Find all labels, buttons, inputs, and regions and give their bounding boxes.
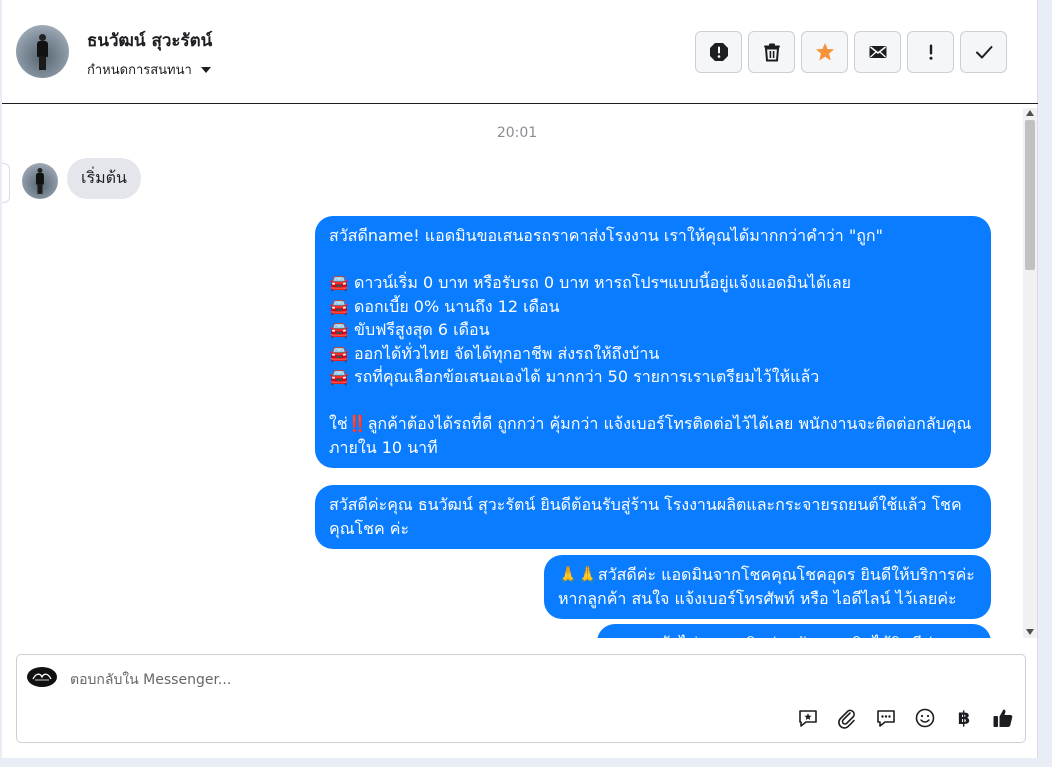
attachment-icon: [838, 709, 855, 729]
avatar[interactable]: [16, 25, 69, 78]
composer-tools: ฿: [796, 706, 1015, 730]
reply-input[interactable]: [70, 665, 970, 695]
conversation-panel: ธนวัฒน์ สุวะรัตน์ กำหนดการสนทนา 20:01 เร…: [2, 0, 1038, 758]
delete-button[interactable]: [748, 31, 795, 73]
like-icon: [993, 709, 1013, 727]
sender-avatar[interactable]: [22, 163, 58, 199]
mail-icon: [869, 46, 886, 58]
like-button[interactable]: [991, 706, 1015, 730]
conversation-header: ธนวัฒน์ สุวะรัตน์ กำหนดการสนทนา: [2, 0, 1038, 104]
avatar-figure: [37, 34, 48, 70]
conversation-settings-dropdown[interactable]: กำหนดการสนทนา: [87, 59, 211, 80]
scroll-up-arrow-icon[interactable]: [1026, 110, 1034, 116]
incoming-message[interactable]: เริ่มต้น: [67, 158, 141, 199]
message-timestamp: 20:01: [496, 125, 538, 141]
collapse-tab[interactable]: [2, 163, 10, 203]
star-icon: [815, 43, 834, 61]
payment-button[interactable]: ฿: [952, 706, 976, 730]
checkmark-icon: [975, 46, 992, 59]
mark-unread-button[interactable]: [854, 31, 901, 73]
thread-scrollbar[interactable]: [1023, 108, 1037, 638]
page-logo-icon: [32, 673, 52, 681]
reply-composer: ฿: [16, 654, 1026, 743]
star-button[interactable]: [801, 31, 848, 73]
emoji-icon: [915, 708, 935, 728]
outgoing-message[interactable]: สวัสดีname! แอดมินขอเสนอรถราคาส่งโรงงาน …: [315, 216, 991, 468]
quick-reply-button[interactable]: [874, 706, 898, 730]
scroll-down-arrow-icon[interactable]: [1026, 629, 1034, 635]
outgoing-message[interactable]: สวัสดีค่ะคุณ ธนวัฒน์ สุวะรัตน์ ยินดีต้อน…: [315, 485, 991, 549]
mark-done-button[interactable]: [960, 31, 1007, 73]
header-actions: [695, 31, 1007, 73]
trash-icon: [763, 43, 780, 62]
message-thread: 20:01 เริ่มต้น สวัสดีname! แอดมินขอเสนอร…: [2, 105, 1022, 638]
scroll-thumb[interactable]: [1025, 120, 1035, 270]
page-avatar: [27, 667, 57, 687]
mark-important-icon: [929, 44, 932, 60]
attach-button[interactable]: [835, 706, 859, 730]
mark-important-button[interactable]: [907, 31, 954, 73]
conversation-settings-label: กำหนดการสนทนา: [87, 63, 192, 78]
saved-reply-button[interactable]: [796, 706, 820, 730]
saved-reply-icon: [799, 710, 817, 727]
report-spam-button[interactable]: [695, 31, 742, 73]
caret-down-icon: [200, 66, 211, 73]
contact-name[interactable]: ธนวัฒน์ สุวะรัตน์: [87, 27, 212, 54]
report-spam-icon: [709, 43, 728, 61]
quick-reply-icon: [877, 710, 895, 727]
outgoing-message[interactable]: หากลูกค้าไม่สะดวกติดต่อกลับ แอดมินได้ยิน…: [597, 624, 991, 638]
emoji-button[interactable]: [913, 706, 937, 730]
baht-icon: ฿: [957, 707, 971, 729]
avatar-figure: [36, 168, 44, 194]
outgoing-message[interactable]: 🙏🙏สวัสดีค่ะ แอดมินจากโชคคุณโชคอุดร ยินดี…: [544, 555, 991, 619]
